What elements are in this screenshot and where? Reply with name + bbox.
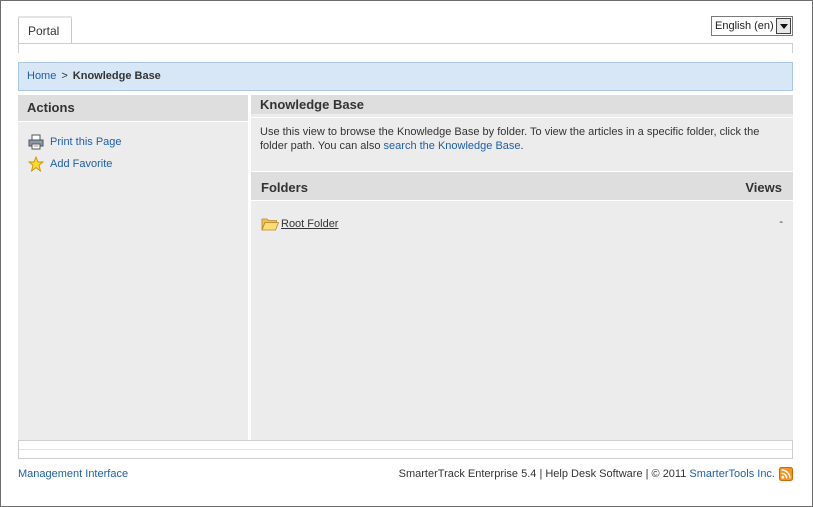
knowledge-base-panel: Knowledge Base Use this view to browse t… (251, 95, 793, 440)
folders-column-header: Folders (261, 180, 308, 195)
views-column-header: Views (745, 180, 782, 195)
chevron-down-icon[interactable] (776, 18, 791, 34)
folders-header: Folders Views (251, 171, 793, 201)
tab-highlight (18, 16, 72, 18)
folder-row[interactable]: Root Folder - (261, 216, 783, 233)
footer-product-text: SmarterTrack Enterprise 5.4 | Help Desk … (398, 468, 690, 480)
tab-content-strip (18, 43, 793, 53)
language-select[interactable]: English (en) (711, 16, 793, 36)
breadcrumb-separator: > (61, 70, 68, 82)
search-kb-link[interactable]: search the Knowledge Base (384, 140, 521, 152)
kb-description: Use this view to browse the Knowledge Ba… (251, 117, 793, 167)
bottom-strip (18, 440, 793, 459)
management-interface-link[interactable]: Management Interface (18, 468, 128, 480)
breadcrumb-current: Knowledge Base (72, 70, 161, 82)
print-page-link[interactable]: Print this Page (50, 136, 122, 148)
printer-icon (28, 134, 44, 150)
root-folder-link[interactable]: Root Folder (281, 218, 338, 230)
star-icon (28, 156, 44, 172)
add-favorite-link[interactable]: Add Favorite (50, 158, 112, 170)
breadcrumb: Home > Knowledge Base (18, 62, 793, 91)
rss-icon[interactable] (779, 467, 793, 481)
kb-title: Knowledge Base (251, 95, 793, 114)
breadcrumb-home-link[interactable]: Home (27, 70, 56, 82)
actions-title: Actions (18, 95, 248, 122)
tab-portal-label: Portal (28, 24, 60, 38)
folder-views-count: - (779, 216, 783, 228)
smartertools-link[interactable]: SmarterTools Inc. (689, 468, 775, 480)
kb-description-end: . (520, 140, 524, 152)
open-folder-icon (261, 218, 279, 231)
footer-credits: SmarterTrack Enterprise 5.4 | Help Desk … (399, 468, 775, 480)
tab-portal[interactable]: Portal (18, 16, 72, 44)
actions-panel: Actions Print this Page Add Favorite (18, 95, 248, 440)
language-value: English (en) (715, 20, 774, 32)
